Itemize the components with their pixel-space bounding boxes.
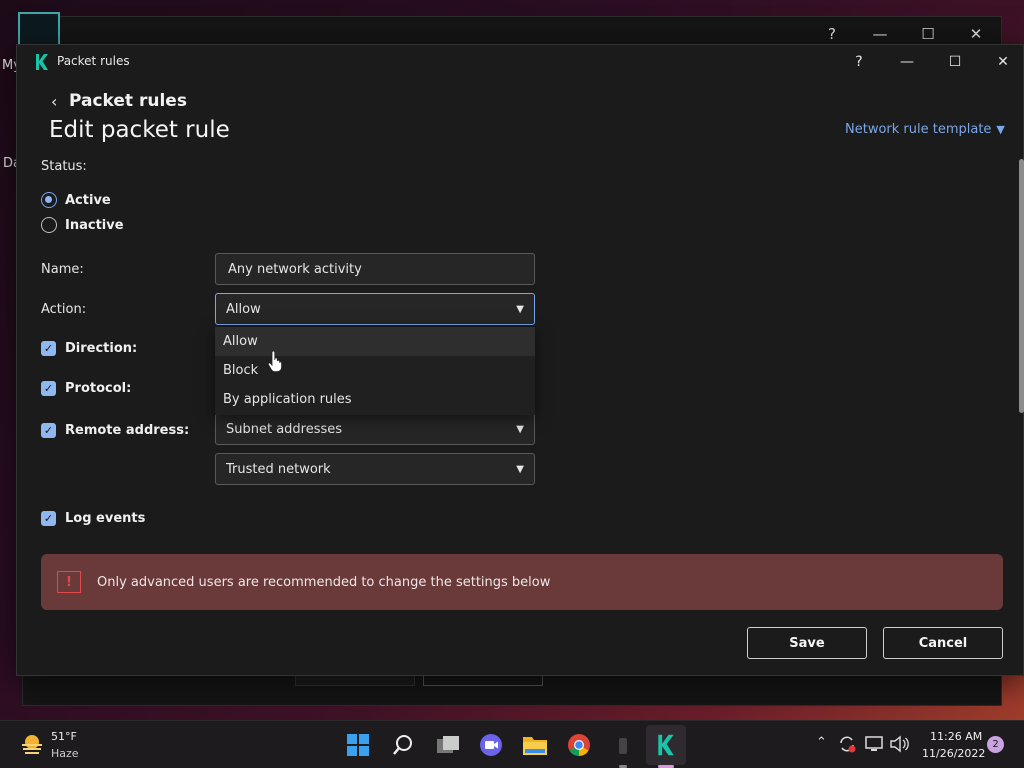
close-icon[interactable]: ✕ xyxy=(979,54,1024,70)
checkbox-label: Remote address: xyxy=(65,423,190,438)
status-label: Status: xyxy=(41,159,87,174)
maximize-icon[interactable]: ☐ xyxy=(904,25,952,43)
minimize-icon[interactable]: — xyxy=(856,25,904,43)
network-rule-template-link[interactable]: Network rule template ▼ xyxy=(845,122,1005,137)
minimize-icon[interactable]: — xyxy=(883,54,931,70)
radio-button[interactable] xyxy=(41,217,57,233)
dropdown-option-block[interactable]: Block xyxy=(215,356,535,385)
remote-address-checkbox[interactable]: ✓ Remote address: xyxy=(41,423,189,438)
chevron-down-icon: ▼ xyxy=(516,303,524,315)
template-link-label: Network rule template xyxy=(845,122,992,137)
close-icon[interactable]: ✕ xyxy=(952,25,1000,43)
weather-temperature: 51°F xyxy=(51,730,77,743)
chrome-icon[interactable] xyxy=(565,731,593,759)
help-icon[interactable]: ? xyxy=(835,54,883,70)
clock-date[interactable]: 11/26/2022 xyxy=(922,747,985,760)
chevron-down-icon: ▼ xyxy=(516,423,524,435)
monitor-icon[interactable] xyxy=(864,732,886,756)
checkbox-label: Direction: xyxy=(65,341,138,356)
remote-address-value: Subnet addresses xyxy=(226,421,343,437)
window-controls: ? — ☐ ✕ xyxy=(835,48,1024,76)
app-icon[interactable] xyxy=(609,731,637,759)
chat-icon[interactable] xyxy=(477,731,505,759)
chevron-down-icon: ▼ xyxy=(516,463,524,475)
direction-checkbox[interactable]: ✓ Direction: xyxy=(41,341,137,356)
file-explorer-icon[interactable] xyxy=(521,731,549,759)
action-dropdown-list: Allow Block By application rules xyxy=(215,327,535,415)
save-button[interactable]: Save xyxy=(747,627,867,659)
volume-icon[interactable] xyxy=(888,732,910,756)
warning-icon: ! xyxy=(57,571,81,593)
checkbox-label: Protocol: xyxy=(65,381,132,396)
help-icon[interactable]: ? xyxy=(808,25,856,43)
warning-banner: ! Only advanced users are recommended to… xyxy=(41,554,1003,610)
action-select-value: Allow xyxy=(226,301,261,317)
weather-haze-icon[interactable] xyxy=(20,733,44,755)
back-label: Packet rules xyxy=(69,91,187,111)
kaspersky-logo-icon xyxy=(36,54,48,70)
kaspersky-icon[interactable] xyxy=(652,731,680,759)
checkmark-icon[interactable]: ✓ xyxy=(41,341,56,356)
hand-cursor-icon xyxy=(268,351,282,373)
chevron-up-icon[interactable]: ⌃ xyxy=(816,735,827,750)
search-icon[interactable] xyxy=(389,731,417,759)
status-radio-inactive[interactable]: Inactive xyxy=(41,217,124,233)
scrollbar[interactable] xyxy=(1019,159,1024,413)
back-link[interactable]: ‹ Packet rules xyxy=(51,91,187,111)
checkmark-icon[interactable]: ✓ xyxy=(41,511,56,526)
maximize-icon[interactable]: ☐ xyxy=(931,54,979,70)
page-title: Edit packet rule xyxy=(49,117,230,143)
clock-time[interactable]: 11:26 AM xyxy=(930,730,982,743)
trusted-network-value: Trusted network xyxy=(226,461,331,477)
name-label: Name: xyxy=(41,262,84,277)
window-title: Packet rules xyxy=(57,54,130,68)
notification-badge[interactable]: 2 xyxy=(987,736,1004,753)
chevron-left-icon: ‹ xyxy=(51,91,58,111)
status-radio-active[interactable]: Active xyxy=(41,192,111,208)
cancel-button[interactable]: Cancel xyxy=(883,627,1003,659)
weather-condition: Haze xyxy=(51,747,79,760)
radio-label: Active xyxy=(65,192,111,208)
trusted-network-select[interactable]: Trusted network ▼ xyxy=(215,453,535,485)
dropdown-option-allow[interactable]: Allow xyxy=(215,327,535,356)
radio-label: Inactive xyxy=(65,217,124,233)
dropdown-option-by-application-rules[interactable]: By application rules xyxy=(215,385,535,414)
taskbar: 51°F Haze ⌃ 11:26 AM 11/26/2022 2 xyxy=(0,720,1024,768)
log-events-checkbox[interactable]: ✓ Log events xyxy=(41,511,145,526)
remote-address-select[interactable]: Subnet addresses ▼ xyxy=(215,413,535,445)
checkbox-label: Log events xyxy=(65,511,146,526)
packet-rules-dialog: Packet rules ? — ☐ ✕ ‹ Packet rules Edit… xyxy=(16,44,1024,676)
title-bar: Packet rules ? — ☐ ✕ xyxy=(17,45,1023,79)
radio-button[interactable] xyxy=(41,192,57,208)
task-view-icon[interactable] xyxy=(434,731,462,759)
chevron-down-icon: ▼ xyxy=(996,123,1005,136)
checkmark-icon[interactable]: ✓ xyxy=(41,423,56,438)
background-app-icon xyxy=(18,12,60,46)
action-select[interactable]: Allow ▼ xyxy=(215,293,535,325)
warning-text: Only advanced users are recommended to c… xyxy=(97,574,551,590)
windows-start-icon[interactable] xyxy=(344,731,372,759)
action-label: Action: xyxy=(41,302,87,317)
protocol-checkbox[interactable]: ✓ Protocol: xyxy=(41,381,131,396)
name-input[interactable]: Any network activity xyxy=(215,253,535,285)
checkmark-icon[interactable]: ✓ xyxy=(41,381,56,396)
sync-icon[interactable] xyxy=(836,732,858,756)
